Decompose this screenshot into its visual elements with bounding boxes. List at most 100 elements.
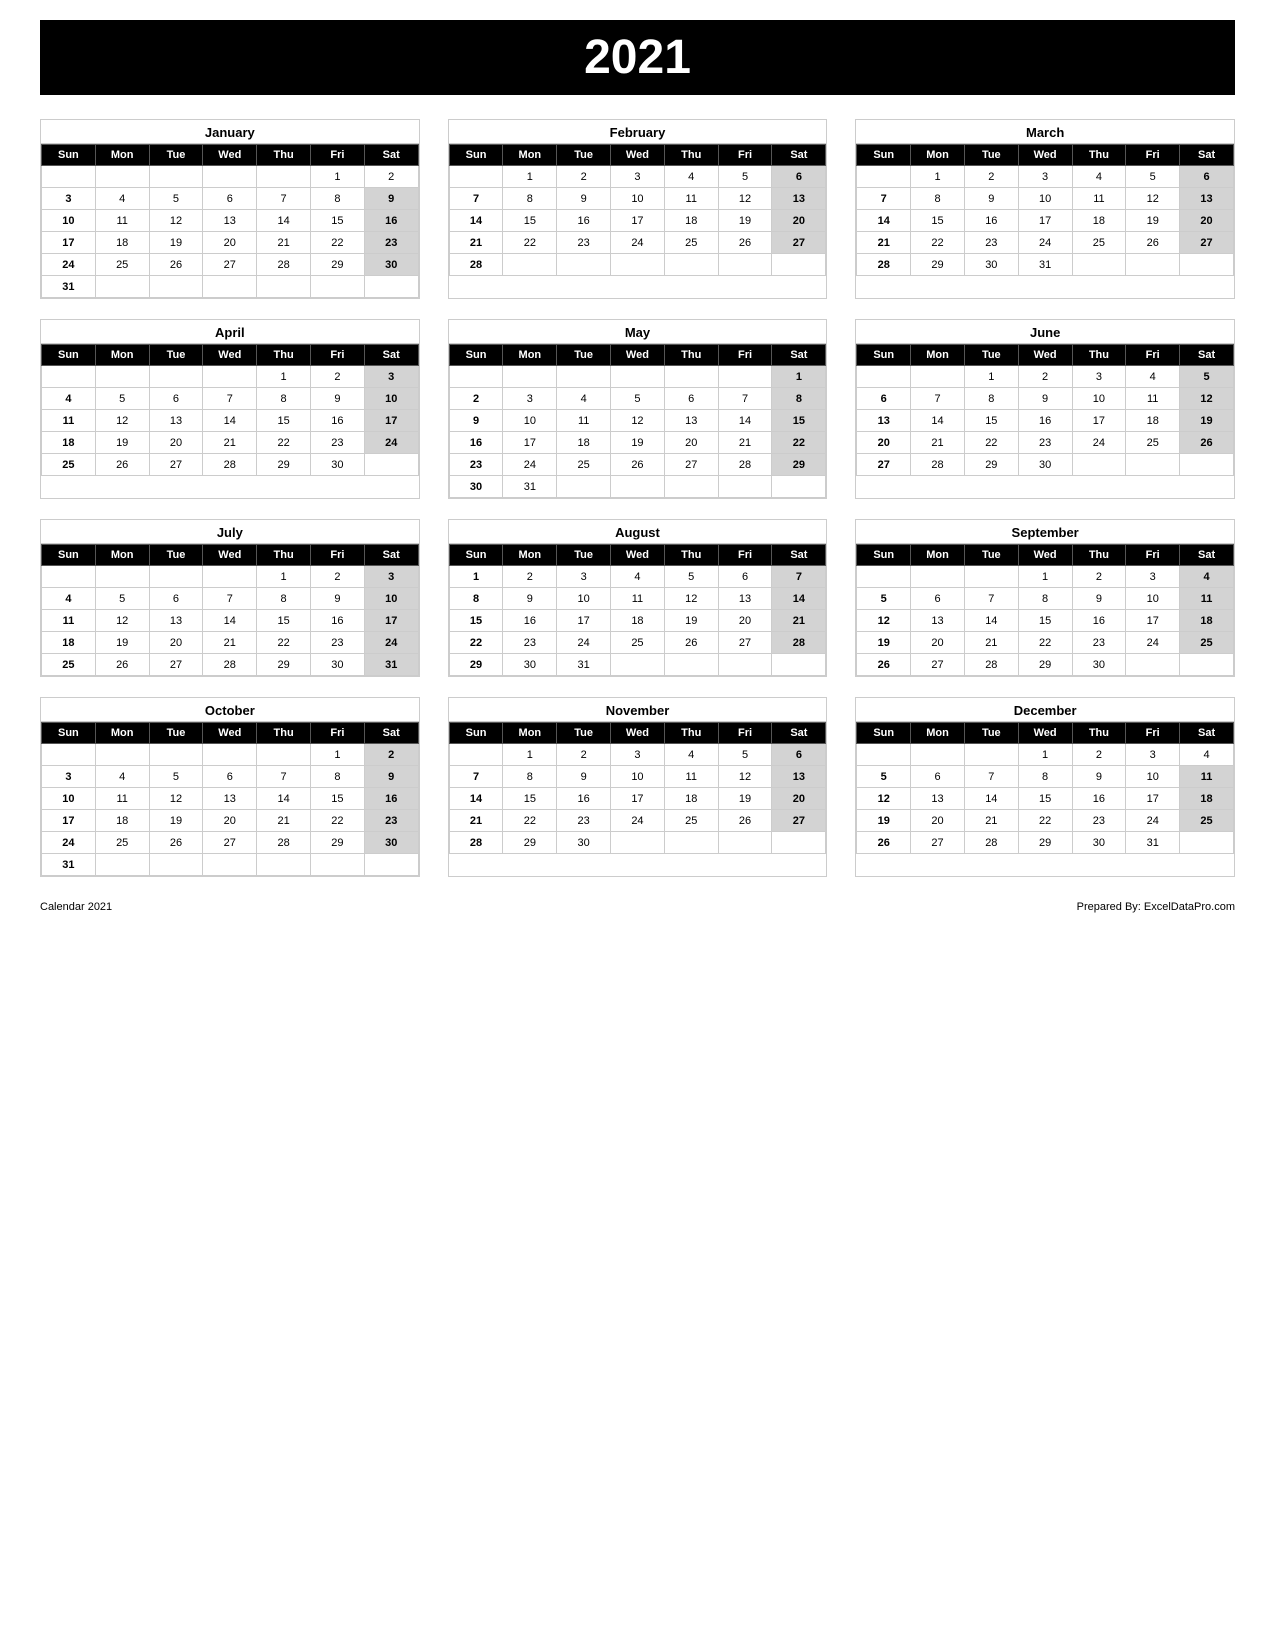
cal-day: 13: [911, 788, 965, 810]
cal-day: [772, 654, 826, 676]
cal-day: 5: [1180, 366, 1234, 388]
cal-day: 22: [310, 810, 364, 832]
cal-day: 7: [857, 188, 911, 210]
day-header-sun: Sun: [42, 723, 96, 744]
cal-week-row: 15161718192021: [449, 610, 826, 632]
day-header-sat: Sat: [772, 545, 826, 566]
cal-day: 5: [95, 588, 149, 610]
cal-day: 7: [449, 766, 503, 788]
cal-day: 26: [95, 454, 149, 476]
cal-day: 9: [364, 188, 418, 210]
cal-day: 4: [1180, 744, 1234, 766]
cal-day: 22: [1018, 810, 1072, 832]
day-header-sun: Sun: [857, 145, 911, 166]
cal-day: 11: [664, 188, 718, 210]
cal-day: 7: [203, 588, 257, 610]
cal-day: 18: [1072, 210, 1126, 232]
cal-day: 22: [257, 632, 311, 654]
month-block-april: AprilSunMonTueWedThuFriSat12345678910111…: [40, 319, 420, 499]
cal-day: 17: [557, 610, 611, 632]
cal-day: 10: [611, 188, 665, 210]
day-header-sat: Sat: [364, 345, 418, 366]
cal-day: 18: [611, 610, 665, 632]
cal-day: [149, 566, 203, 588]
cal-day: 30: [364, 254, 418, 276]
cal-day: 30: [310, 454, 364, 476]
cal-day: 10: [42, 210, 96, 232]
cal-day: 14: [257, 788, 311, 810]
cal-day: 18: [664, 210, 718, 232]
month-block-january: JanuarySunMonTueWedThuFriSat123456789101…: [40, 119, 420, 299]
cal-day: 17: [1072, 410, 1126, 432]
cal-day: 16: [557, 788, 611, 810]
day-header-thu: Thu: [1072, 345, 1126, 366]
cal-day: 10: [1018, 188, 1072, 210]
cal-week-row: 25262728293031: [42, 654, 419, 676]
cal-day: 29: [964, 454, 1018, 476]
cal-day: [1072, 254, 1126, 276]
cal-day: 16: [503, 610, 557, 632]
cal-day: 4: [664, 166, 718, 188]
cal-day: 14: [203, 610, 257, 632]
cal-day: 27: [772, 810, 826, 832]
cal-day: 20: [203, 810, 257, 832]
cal-day: [310, 276, 364, 298]
cal-day: 11: [1180, 588, 1234, 610]
cal-day: 14: [772, 588, 826, 610]
cal-day: 21: [718, 432, 772, 454]
cal-week-row: 6789101112: [857, 388, 1234, 410]
cal-day: 30: [1072, 832, 1126, 854]
cal-week-row: 12: [42, 166, 419, 188]
cal-day: 12: [149, 788, 203, 810]
cal-day: [1180, 454, 1234, 476]
cal-week-row: 3031: [449, 476, 826, 498]
cal-day: 24: [364, 432, 418, 454]
cal-day: 26: [857, 832, 911, 854]
cal-week-row: 24252627282930: [42, 254, 419, 276]
cal-day: 3: [42, 766, 96, 788]
cal-day: 1: [257, 366, 311, 388]
cal-day: 26: [611, 454, 665, 476]
cal-week-row: 891011121314: [449, 588, 826, 610]
cal-day: 10: [611, 766, 665, 788]
cal-day: 31: [1018, 254, 1072, 276]
cal-day: [364, 454, 418, 476]
cal-day: 30: [964, 254, 1018, 276]
cal-day: 15: [1018, 610, 1072, 632]
cal-day: 24: [1072, 432, 1126, 454]
cal-day: [95, 744, 149, 766]
cal-day: 3: [364, 366, 418, 388]
day-header-mon: Mon: [911, 145, 965, 166]
cal-day: 25: [664, 810, 718, 832]
cal-day: 23: [1072, 632, 1126, 654]
cal-week-row: 31: [42, 854, 419, 876]
cal-week-row: 20212223242526: [857, 432, 1234, 454]
cal-day: 6: [772, 166, 826, 188]
cal-week-row: 28293031: [857, 254, 1234, 276]
cal-day: 9: [503, 588, 557, 610]
cal-day: 4: [42, 588, 96, 610]
cal-day: 11: [664, 766, 718, 788]
cal-day: 13: [857, 410, 911, 432]
day-header-fri: Fri: [1126, 723, 1180, 744]
cal-day: 10: [557, 588, 611, 610]
cal-day: 16: [557, 210, 611, 232]
cal-day: 24: [503, 454, 557, 476]
cal-day: 14: [718, 410, 772, 432]
cal-day: [203, 276, 257, 298]
cal-day: 20: [1180, 210, 1234, 232]
cal-day: 4: [611, 566, 665, 588]
cal-week-row: 10111213141516: [42, 788, 419, 810]
day-header-mon: Mon: [503, 723, 557, 744]
cal-day: 2: [557, 744, 611, 766]
month-block-october: OctoberSunMonTueWedThuFriSat123456789101…: [40, 697, 420, 877]
cal-day: 15: [772, 410, 826, 432]
cal-day: 24: [1018, 232, 1072, 254]
cal-day: 4: [1180, 566, 1234, 588]
cal-day: 21: [203, 632, 257, 654]
cal-day: [503, 366, 557, 388]
cal-day: [1180, 832, 1234, 854]
cal-day: 26: [718, 232, 772, 254]
day-header-fri: Fri: [1126, 145, 1180, 166]
cal-week-row: 123456: [449, 744, 826, 766]
